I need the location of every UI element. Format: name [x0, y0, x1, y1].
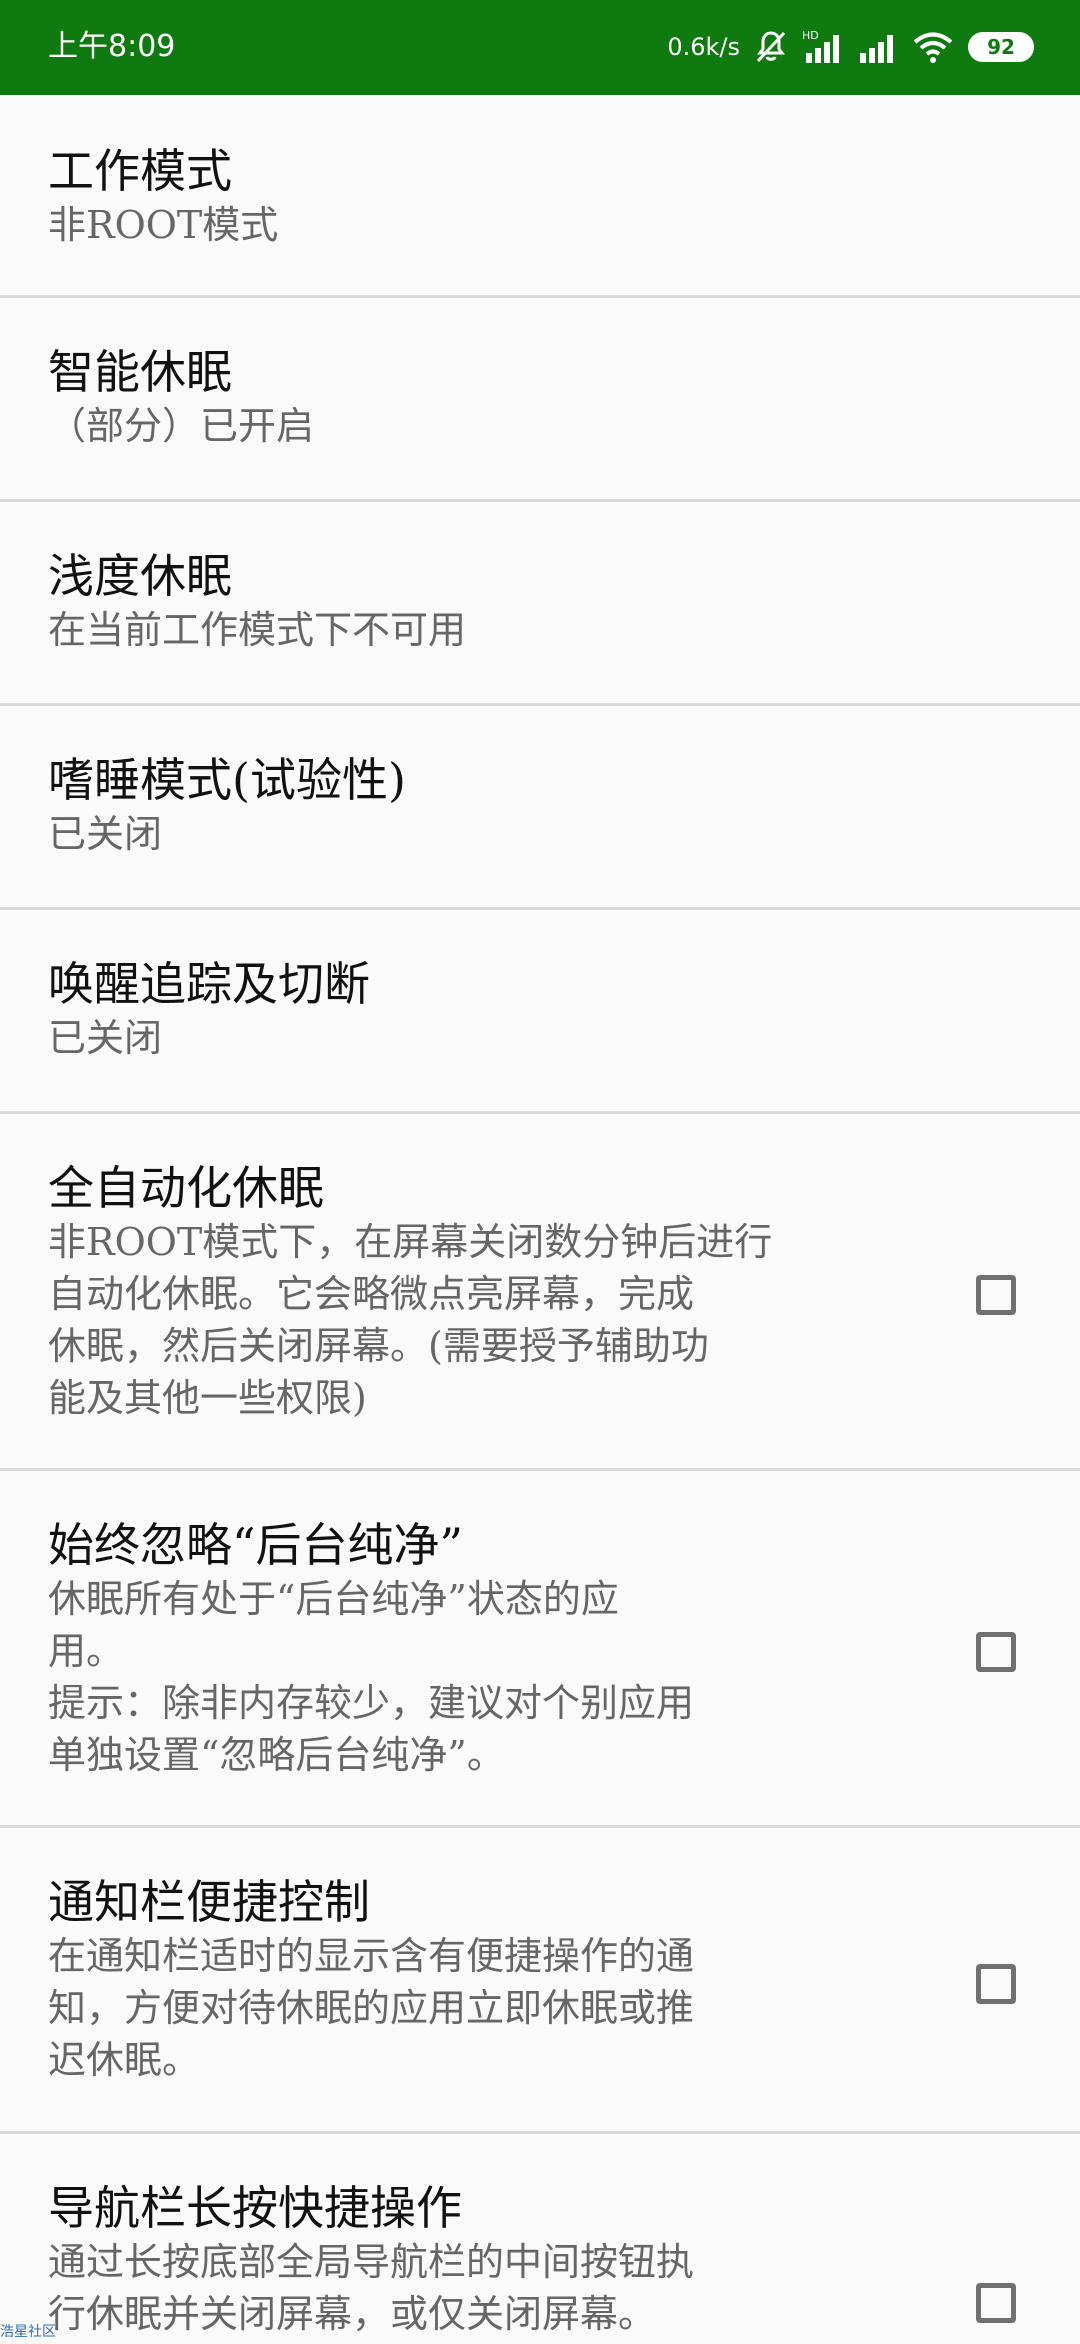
notification-control-checkbox[interactable]: [976, 1964, 1016, 2004]
setting-nav-long-press[interactable]: 导航栏长按快捷操作 通过长按底部全局导航栏的中间按钮执 行休眠并关闭屏幕，或仅关…: [0, 2134, 1080, 2344]
setting-light-sleep[interactable]: 浅度休眠 在当前工作模式下不可用: [0, 502, 1080, 706]
setting-summary: 在当前工作模式下不可用: [48, 608, 467, 652]
setting-summary: 已关闭: [48, 812, 163, 856]
setting-title: 导航栏长按快捷操作: [48, 2181, 462, 2235]
setting-title: 智能休眠: [48, 345, 232, 399]
setting-summary: 通过长按底部全局导航栏的中间按钮执 行休眠并关闭屏幕，或仅关闭屏幕。: [48, 2240, 695, 2336]
setting-title: 唤醒追踪及切断: [48, 957, 370, 1011]
hd-signal-icon: HD: [802, 29, 844, 65]
network-speed: 0.6k/s: [667, 33, 740, 61]
status-icons: 0.6k/s HD 92: [667, 24, 1034, 70]
setting-title: 浅度休眠: [48, 549, 232, 603]
setting-wakeup-tracking[interactable]: 唤醒追踪及切断 已关闭: [0, 910, 1080, 1114]
setting-summary: （部分）已开启: [48, 404, 315, 448]
setting-title: 工作模式: [48, 144, 232, 198]
setting-summary: 在通知栏适时的显示含有便捷操作的通 知，方便对待休眠的应用立即休眠或推 迟休眠。: [48, 1934, 695, 2082]
bell-off-icon: [754, 29, 788, 65]
wifi-icon: [912, 29, 954, 65]
auto-sleep-checkbox[interactable]: [976, 1275, 1016, 1315]
setting-summary: 已关闭: [48, 1016, 163, 1060]
setting-title: 嗜睡模式(试验性): [48, 753, 406, 807]
setting-doze-mode[interactable]: 嗜睡模式(试验性) 已关闭: [0, 706, 1080, 910]
setting-summary: 休眠所有处于“后台纯净”状态的应 用。 提示：除非内存较少，建议对个别应用 单独…: [48, 1577, 695, 1777]
svg-text:HD: HD: [802, 29, 819, 42]
setting-smart-sleep[interactable]: 智能休眠 （部分）已开启: [0, 298, 1080, 502]
setting-work-mode[interactable]: 工作模式 非ROOT模式: [0, 95, 1080, 298]
setting-summary: 非ROOT模式: [48, 203, 279, 247]
setting-title: 始终忽略“后台纯净”: [48, 1518, 464, 1572]
setting-auto-sleep[interactable]: 全自动化休眠 非ROOT模式下，在屏幕关闭数分钟后进行 自动化休眠。它会略微点亮…: [0, 1114, 1080, 1471]
nav-long-press-checkbox[interactable]: [976, 2283, 1016, 2323]
setting-ignore-background-pure[interactable]: 始终忽略“后台纯净” 休眠所有处于“后台纯净”状态的应 用。 提示：除非内存较少…: [0, 1471, 1080, 1828]
setting-summary: 非ROOT模式下，在屏幕关闭数分钟后进行 自动化休眠。它会略微点亮屏幕，完成 休…: [48, 1220, 773, 1420]
setting-notification-control[interactable]: 通知栏便捷控制 在通知栏适时的显示含有便捷操作的通 知，方便对待休眠的应用立即休…: [0, 1828, 1080, 2134]
setting-title: 通知栏便捷控制: [48, 1875, 370, 1929]
settings-list: 工作模式 非ROOT模式 智能休眠 （部分）已开启 浅度休眠 在当前工作模式下不…: [0, 95, 1080, 2344]
signal-icon: [858, 29, 898, 65]
ignore-background-pure-checkbox[interactable]: [976, 1632, 1016, 1672]
status-bar: 上午8:09 0.6k/s HD 92: [0, 0, 1080, 95]
setting-title: 全自动化休眠: [48, 1161, 324, 1215]
watermark: 浩星社区: [0, 2324, 56, 2340]
battery-icon: 92: [968, 32, 1034, 62]
status-time: 上午8:09: [48, 29, 176, 64]
